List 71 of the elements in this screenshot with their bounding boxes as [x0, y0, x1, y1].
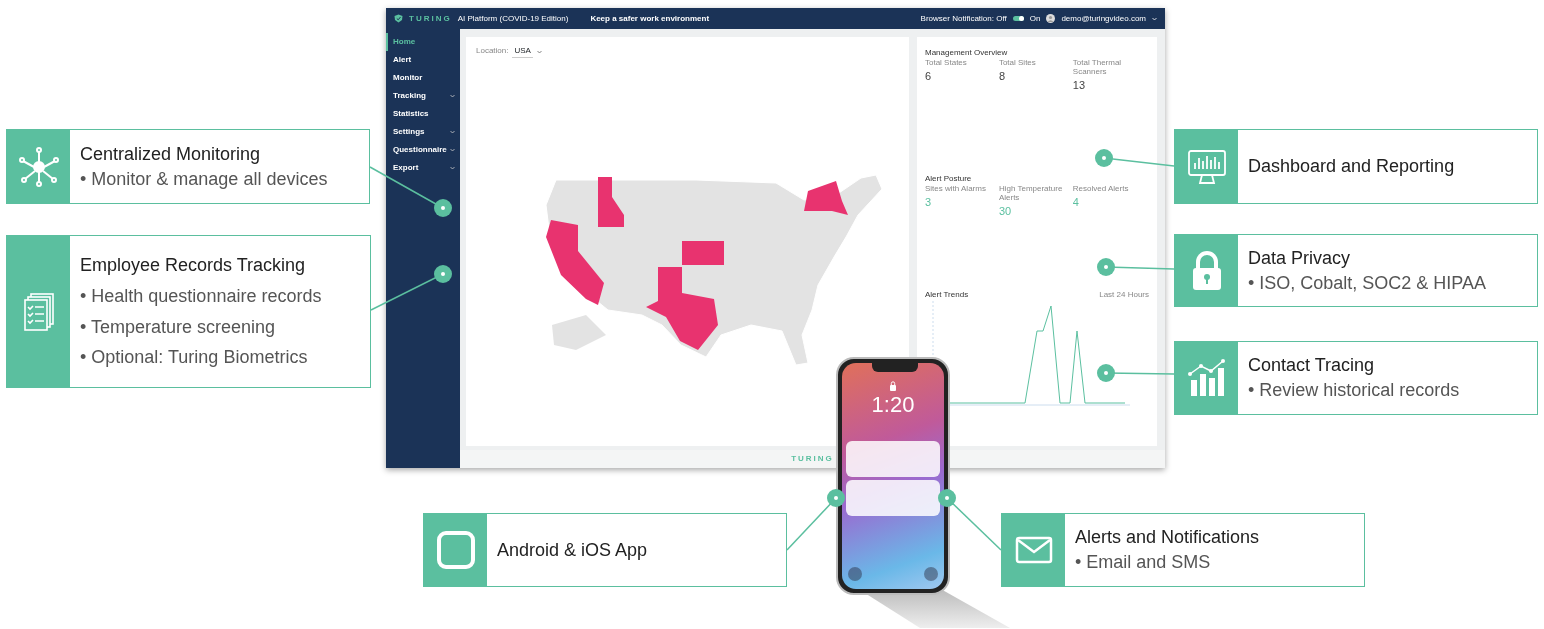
sidebar-item[interactable]: Tracking [386, 87, 460, 105]
stat-value: 6 [925, 68, 933, 84]
section-title: Alert Posture [925, 173, 973, 186]
stat-label: Resolved Alerts [1072, 185, 1130, 194]
notification-on-label: On [1029, 12, 1041, 25]
sidebar-item[interactable]: Monitor [386, 69, 460, 87]
caret-icon [1152, 16, 1157, 21]
user-email[interactable]: demo@turingvideo.com [1061, 12, 1146, 25]
hotspot-dot [1095, 149, 1113, 167]
stat-label: Total States [925, 59, 968, 68]
notification-toggle[interactable] [1012, 16, 1024, 21]
stat-value: 30 [998, 203, 1013, 219]
callout-title: Android & iOS App [497, 539, 648, 561]
callout-text: • Email and SMS [1075, 552, 1212, 573]
chevron-icon[interactable] [450, 94, 455, 98]
section-title: Management Overview [925, 47, 1009, 59]
footer-logo: TURING [791, 453, 834, 465]
stat-label: Total Sites [998, 59, 1037, 68]
phone-notch [872, 363, 918, 372]
hotspot-dot [1097, 364, 1115, 382]
callout-title: Alerts and Notifications [1075, 527, 1260, 548]
bar-chart-icon [1186, 358, 1227, 398]
shield-logo-icon [394, 14, 403, 23]
tagline: Keep a safer work environment [590, 12, 710, 25]
product-name: AI Platform (COVID-19 Edition) [457, 12, 569, 25]
rounded-square-icon [435, 530, 476, 570]
lock-icon [889, 381, 897, 391]
logo-text: TURING [409, 12, 452, 25]
section-title: Alert Trends [925, 289, 969, 302]
sidebar-item[interactable]: Home [386, 33, 460, 51]
stat-label: Sites with Alarms [925, 185, 987, 194]
sidebar-item[interactable]: Alert [386, 51, 460, 69]
callout-text: • Optional: Turing Biometrics [80, 347, 309, 368]
sidebar-item[interactable]: Statistics [386, 105, 460, 123]
hotspot-dot [434, 199, 452, 217]
hotspot-dot [938, 489, 956, 507]
stat-value: 8 [998, 68, 1007, 84]
chevron-icon[interactable] [450, 166, 455, 170]
flashlight-button[interactable] [848, 567, 862, 581]
hotspot-dot [827, 489, 845, 507]
stat-label: Total Thermal Scanners [1072, 59, 1123, 77]
camera-button[interactable] [924, 567, 938, 581]
avatar-icon [1046, 14, 1056, 23]
callout-text: • Health questionnaire records [80, 285, 322, 307]
callout-title: Centralized Monitoring [80, 143, 262, 165]
location-dropdown[interactable]: USA [512, 45, 533, 58]
lock-screen-time: 1:20 [871, 394, 915, 416]
notification-label: Browser Notification: Off [920, 12, 1007, 25]
sidebar-item[interactable]: Questionnaire [386, 141, 460, 159]
callout-text: • Review historical records [1248, 380, 1460, 401]
callout-text: • Monitor & manage all devices [80, 168, 328, 190]
callout-title: Contact Tracing [1248, 355, 1376, 376]
callout-title: Employee Records Tracking [80, 255, 307, 276]
stat-label: High Temperature Alerts [998, 185, 1064, 203]
callout-text: • ISO, Cobalt, SOC2 & HIPAA [1248, 272, 1487, 294]
stat-value: 13 [1072, 77, 1087, 93]
chevron-icon[interactable] [450, 148, 455, 152]
location-label: Location: [476, 47, 509, 56]
stat-value: 4 [1072, 194, 1080, 210]
hotspot-dot [1097, 258, 1115, 276]
callout-title: Data Privacy [1248, 247, 1352, 269]
hotspot-dot [434, 265, 452, 283]
sidebar-item[interactable]: Export [386, 159, 460, 177]
caret-icon [536, 49, 542, 54]
network-icon [18, 146, 59, 187]
callout-title: Dashboard and Reporting [1248, 156, 1455, 177]
chevron-icon[interactable] [450, 130, 455, 134]
sidebar-item[interactable]: Settings [386, 123, 460, 141]
stat-value: 3 [925, 194, 933, 210]
callout-text: • Temperature screening [80, 316, 277, 338]
range-dropdown[interactable]: Last 24 Hours [1099, 290, 1149, 300]
